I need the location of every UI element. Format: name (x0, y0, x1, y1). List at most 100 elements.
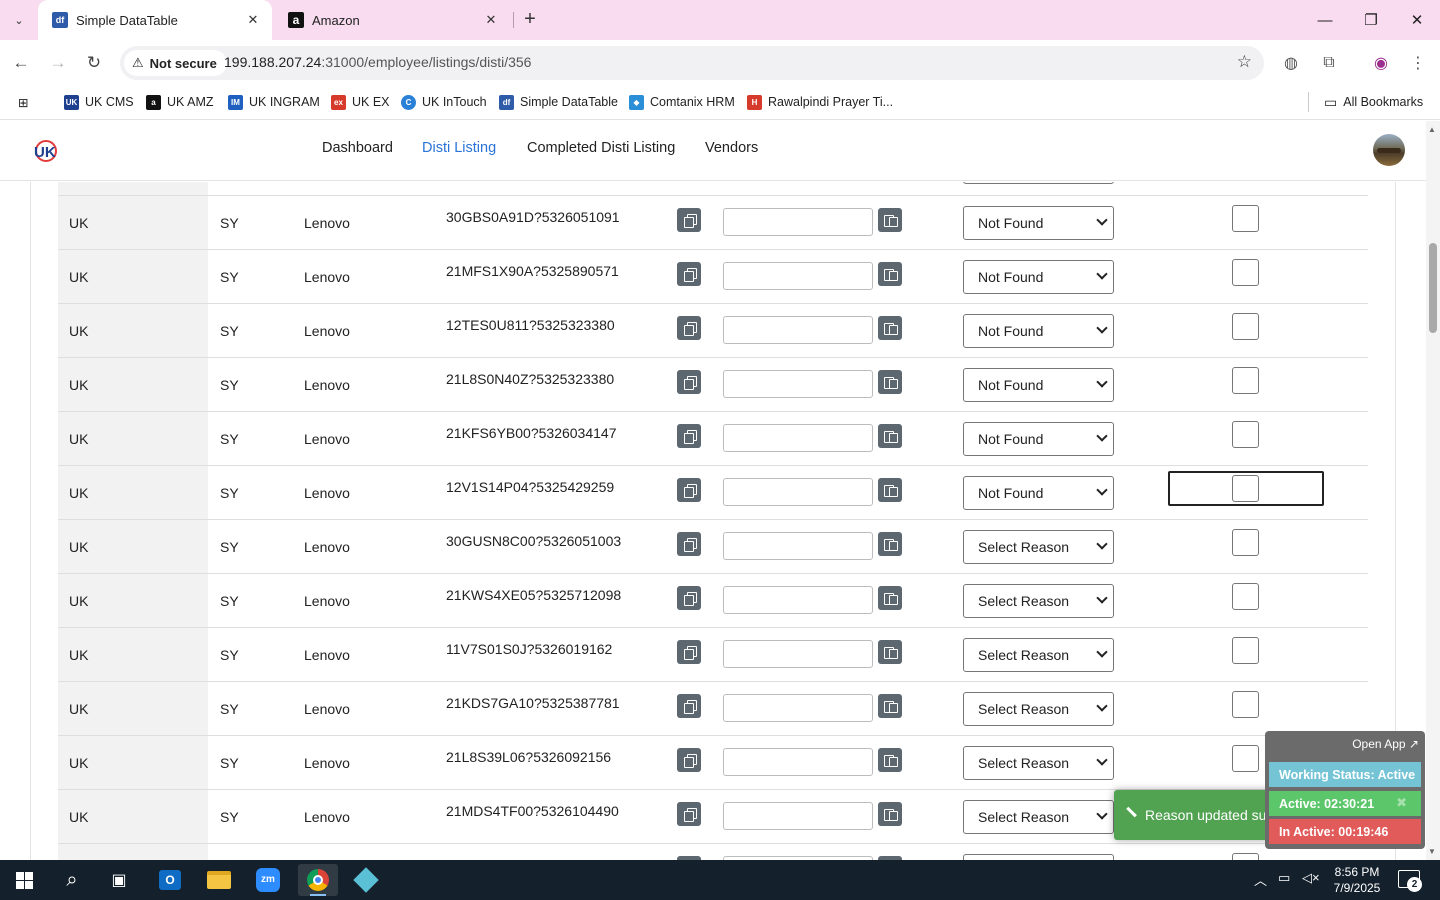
row-checkbox[interactable] (1232, 367, 1259, 394)
copy-part-button[interactable] (677, 370, 701, 394)
avatar[interactable] (1373, 134, 1405, 166)
copy-part-button[interactable] (677, 586, 701, 610)
reason-select[interactable]: Not Found (963, 206, 1114, 240)
scroll-down-icon[interactable]: ▼ (1428, 847, 1436, 856)
copy-part-button[interactable] (677, 802, 701, 826)
restore-button[interactable]: ❐ (1348, 0, 1394, 40)
nav-dashboard[interactable]: Dashboard (322, 140, 393, 156)
page-scrollbar[interactable]: ▲ ▼ (1426, 121, 1440, 860)
close-window-button[interactable]: ✕ (1394, 0, 1440, 40)
reason-select[interactable]: Not Found (963, 260, 1114, 294)
row-checkbox[interactable] (1232, 475, 1259, 502)
search-icon[interactable]: ⌕ (52, 864, 92, 896)
bookmark-uk-ex[interactable]: ex UK EX (331, 92, 390, 112)
tab-amazon[interactable]: a Amazon ✕ (274, 0, 510, 40)
all-bookmarks-button[interactable]: ▭ All Bookmarks (1324, 92, 1423, 112)
copy-part-button[interactable] (677, 478, 701, 502)
site-info-button[interactable]: ⚠ Not secure (124, 50, 227, 76)
reason-select[interactable]: Select Reason (963, 692, 1114, 726)
reason-select[interactable]: Select Reason (963, 638, 1114, 672)
nav-disti-listing[interactable]: Disti Listing (422, 140, 496, 156)
profile-icon[interactable]: ◉ (1368, 50, 1394, 76)
copy-part-button[interactable] (677, 262, 701, 286)
reason-select[interactable]: Select Reason (963, 530, 1114, 564)
paste-button[interactable] (878, 370, 902, 394)
paste-button[interactable] (878, 532, 902, 556)
dismiss-icon[interactable]: ✖ (1396, 795, 1407, 811)
tab-simple-datatable[interactable]: df Simple DataTable ✕ (38, 0, 272, 40)
reason-select[interactable]: Select Reason (963, 746, 1114, 780)
bookmark-simple-datatable[interactable]: df Simple DataTable (499, 92, 618, 112)
paste-button[interactable] (878, 802, 902, 826)
zoom-icon[interactable]: zm (248, 864, 288, 896)
value-input[interactable] (723, 262, 873, 290)
app-icon[interactable] (346, 864, 386, 896)
task-view-icon[interactable]: ▣ (99, 864, 139, 896)
file-explorer-icon[interactable] (199, 864, 239, 896)
copy-part-button[interactable] (677, 532, 701, 556)
copy-part-button[interactable] (677, 424, 701, 448)
paste-button[interactable] (878, 424, 902, 448)
menu-icon[interactable]: ⋮ (1405, 50, 1431, 76)
value-input[interactable] (723, 694, 873, 722)
scroll-thumb[interactable] (1429, 243, 1437, 333)
value-input[interactable] (723, 478, 873, 506)
address-bar[interactable]: ⚠ Not secure 199.188.207.24:31000/employ… (120, 46, 1264, 80)
network-icon[interactable]: ▭ (1278, 870, 1290, 886)
value-input[interactable] (723, 208, 873, 236)
close-tab-icon[interactable]: ✕ (244, 12, 262, 28)
outlook-icon[interactable]: O (150, 864, 190, 896)
reload-button[interactable]: ↻ (81, 50, 107, 76)
uk-logo[interactable]: UK (30, 138, 60, 164)
bookmark-star-icon[interactable]: ☆ (1237, 52, 1252, 72)
row-checkbox[interactable] (1232, 529, 1259, 556)
scroll-up-icon[interactable]: ▲ (1428, 125, 1436, 134)
back-button[interactable]: ← (8, 50, 34, 76)
chrome-icon[interactable] (298, 864, 338, 896)
row-checkbox[interactable] (1232, 745, 1259, 772)
reason-select[interactable]: Select Reason (963, 800, 1114, 834)
reason-select[interactable]: Not Found (963, 422, 1114, 456)
bookmark-uk-intouch[interactable]: C UK InTouch (401, 92, 487, 112)
bookmark-uk-ingram[interactable]: IM UK INGRAM (228, 92, 320, 112)
tab-search-icon[interactable]: ⌄ (6, 7, 32, 33)
row-checkbox[interactable] (1232, 205, 1259, 232)
reason-select[interactable]: Not Found (963, 368, 1114, 402)
value-input[interactable] (723, 316, 873, 344)
forward-button[interactable]: → (45, 50, 71, 76)
value-input[interactable] (723, 532, 873, 560)
bookmark-uk-amz[interactable]: a UK AMZ (146, 92, 214, 112)
reason-select[interactable]: Not Found (963, 476, 1114, 510)
tray-chevron-icon[interactable]: ︿ (1254, 870, 1267, 889)
paste-button[interactable] (878, 208, 902, 232)
copy-part-button[interactable] (677, 640, 701, 664)
row-checkbox[interactable] (1232, 637, 1259, 664)
row-checkbox[interactable] (1232, 421, 1259, 448)
copy-part-button[interactable] (677, 694, 701, 718)
bookmark-comtanix-hrm[interactable]: ◆ Comtanix HRM (629, 92, 735, 112)
nav-vendors[interactable]: Vendors (705, 140, 758, 156)
paste-button[interactable] (878, 262, 902, 286)
value-input[interactable] (723, 802, 873, 830)
value-input[interactable] (723, 748, 873, 776)
row-checkbox[interactable] (1232, 853, 1259, 860)
row-checkbox[interactable] (1232, 583, 1259, 610)
value-input[interactable] (723, 370, 873, 398)
paste-button[interactable] (878, 478, 902, 502)
value-input[interactable] (723, 586, 873, 614)
reason-select[interactable] (963, 182, 1114, 184)
close-tab-icon[interactable]: ✕ (482, 12, 500, 28)
volume-icon[interactable]: ◁× (1302, 870, 1320, 886)
row-checkbox[interactable] (1232, 313, 1259, 340)
value-input[interactable] (723, 424, 873, 452)
row-checkbox[interactable] (1232, 691, 1259, 718)
apps-grid-icon[interactable]: ⊞ (18, 92, 28, 112)
paste-button[interactable] (878, 640, 902, 664)
success-toast[interactable]: Reason updated successfully (1114, 790, 1274, 840)
paste-button[interactable] (878, 748, 902, 772)
paste-button[interactable] (878, 586, 902, 610)
bookmark-rawalpindi-prayer[interactable]: H Rawalpindi Prayer Ti... (747, 92, 893, 112)
copy-part-button[interactable] (677, 208, 701, 232)
row-checkbox[interactable] (1232, 259, 1259, 286)
copy-part-button[interactable] (677, 316, 701, 340)
